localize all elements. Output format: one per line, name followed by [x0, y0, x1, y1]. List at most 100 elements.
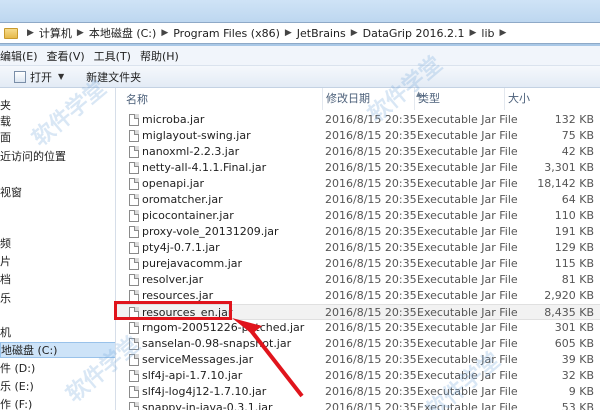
file-row[interactable]: microba.jar 2016/8/15 20:35 Executable Jar… [117, 112, 600, 128]
sidebar-item-desktop[interactable]: 面 [0, 130, 115, 146]
file-name: pty4j-0.7.1.jar [142, 241, 220, 254]
file-row[interactable]: purejavacomm.jar 2016/8/15 20:35 Executabl… [117, 256, 600, 272]
breadcrumb-separator-icon[interactable]: ▶ [285, 28, 292, 38]
file-size: 8,435 KB [544, 306, 594, 319]
file-size: 605 KB [554, 337, 594, 350]
file-date: 2016/8/15 20:35 [325, 193, 417, 206]
sidebar-item-recent-places[interactable]: 近访问的位置 [0, 149, 115, 165]
open-label: 打开 [30, 70, 52, 84]
sidebar-item-computer[interactable]: 机 [0, 325, 115, 341]
breadcrumb-jetbrains[interactable]: JetBrains ▶ [297, 27, 363, 40]
file-row[interactable]: nanoxml-2.2.3.jar 2016/8/15 20:35 Executab… [117, 144, 600, 160]
address-root[interactable]: ▶ [4, 27, 39, 39]
column-header-name[interactable]: 名称 [126, 91, 148, 107]
breadcrumb-separator-icon[interactable]: ▶ [500, 28, 507, 38]
file-date: 2016/8/15 20:35 [325, 353, 417, 366]
column-header-date[interactable]: 修改日期 [322, 88, 370, 110]
breadcrumb-separator-icon[interactable]: ▶ [469, 28, 476, 38]
file-size: 53 KB [561, 401, 594, 410]
sidebar-item-videos-lib[interactable]: 视窗 [0, 185, 115, 201]
file-row[interactable]: rngom-20051226-patched.jar 2016/8/15 20:3… [117, 320, 600, 336]
breadcrumb-lib[interactable]: lib ▶ [481, 27, 511, 40]
file-row[interactable]: proxy-vole_20131209.jar 2016/8/15 20:35 Ex… [117, 224, 600, 240]
jar-file-icon [129, 370, 139, 382]
breadcrumb-datagrip[interactable]: DataGrip 2016.2.1 ▶ [363, 27, 482, 40]
file-date: 2016/8/15 20:35 [325, 321, 417, 334]
breadcrumb-label: JetBrains [296, 26, 346, 40]
breadcrumb-separator-icon[interactable]: ▶ [27, 28, 34, 38]
breadcrumb-local-disk[interactable]: 本地磁盘 (C:) ▶ [89, 25, 173, 41]
file-size: 75 KB [561, 129, 594, 142]
file-row[interactable]: sanselan-0.98-snapshot.jar 2016/8/15 20:3… [117, 336, 600, 352]
file-row[interactable]: slf4j-api-1.7.10.jar 2016/8/15 20:35 Execu… [117, 368, 600, 384]
file-row[interactable]: netty-all-4.1.1.Final.jar 2016/8/15 20:35… [117, 160, 600, 176]
address-bar[interactable]: ▶ 计算机 ▶ 本地磁盘 (C:) ▶ Program Files (x86) ▶ J… [0, 22, 600, 44]
file-date: 2016/8/15 20:35 [325, 177, 417, 190]
file-date: 2016/8/15 20:35 [325, 289, 417, 302]
menu-help[interactable]: 帮助(H) [140, 48, 188, 64]
chevron-down-icon[interactable]: ▼ [58, 72, 64, 81]
sidebar-item-pictures[interactable]: 片 [0, 254, 115, 270]
file-type: Executable Jar File [417, 161, 518, 174]
sidebar-item-documents[interactable]: 档 [0, 272, 115, 288]
breadcrumb-label: DataGrip 2016.2.1 [362, 26, 465, 40]
jar-file-icon [129, 258, 139, 270]
sidebar-item-music[interactable]: 乐 [0, 291, 115, 307]
jar-file-icon [129, 114, 139, 126]
file-row[interactable]: serviceMessages.jar 2016/8/15 20:35 Execut… [117, 352, 600, 368]
file-row[interactable]: snappy-in-java-0.3.1.jar 2016/8/15 20:35 E… [117, 400, 600, 410]
breadcrumb-program-files[interactable]: Program Files (x86) ▶ [173, 27, 297, 40]
file-date: 2016/8/15 20:35 [325, 369, 417, 382]
file-type: Executable Jar File [417, 257, 518, 270]
breadcrumb-separator-icon[interactable]: ▶ [351, 28, 358, 38]
file-type: Executable Jar File [417, 177, 518, 190]
sidebar-item-drive-d[interactable]: 件 (D:) [0, 361, 115, 377]
file-name: miglayout-swing.jar [142, 129, 251, 142]
sidebar-item-drive-e[interactable]: 乐 (E:) [0, 379, 115, 395]
sidebar-item-local-disk-c[interactable]: 地磁盘 (C:) [0, 342, 115, 358]
file-type: Executable Jar File [417, 353, 518, 366]
file-name: rngom-20051226-patched.jar [142, 321, 305, 334]
column-header-size[interactable]: 大小 [504, 88, 530, 110]
file-type: Executable Jar File [417, 385, 518, 398]
file-size: 81 KB [561, 273, 594, 286]
sidebar-item-videos[interactable]: 频 [0, 236, 115, 252]
file-date: 2016/8/15 20:35 [325, 113, 417, 126]
jar-file-icon [129, 242, 139, 254]
file-date: 2016/8/15 20:35 [325, 129, 417, 142]
file-row[interactable]: oromatcher.jar 2016/8/15 20:35 Executable … [117, 192, 600, 208]
file-type: Executable Jar File [417, 241, 518, 254]
open-button[interactable]: 打开 ▼ [14, 69, 64, 85]
file-name: purejavacomm.jar [142, 257, 243, 270]
file-size: 110 KB [554, 209, 594, 222]
file-name: oromatcher.jar [142, 193, 223, 206]
file-date: 2016/8/15 20:35 [325, 241, 417, 254]
jar-file-icon [129, 162, 139, 174]
breadcrumb-computer[interactable]: 计算机 ▶ [39, 25, 89, 41]
menu-edit[interactable]: 编辑(E) [0, 48, 47, 64]
file-date: 2016/8/15 20:35 [325, 161, 417, 174]
jar-file-icon [129, 194, 139, 206]
file-date: 2016/8/15 20:35 [325, 385, 417, 398]
menu-view[interactable]: 查看(V) [47, 48, 94, 64]
sidebar-item-downloads[interactable]: 载 [0, 114, 115, 130]
menu-tools[interactable]: 工具(T) [94, 48, 140, 64]
file-date: 2016/8/15 20:35 [325, 273, 417, 286]
new-folder-button[interactable]: 新建文件夹 [86, 69, 141, 85]
sidebar-item-drive-f[interactable]: 作 (F:) [0, 397, 115, 410]
breadcrumb-separator-icon[interactable]: ▶ [77, 28, 84, 38]
file-row[interactable]: pty4j-0.7.1.jar 2016/8/15 20:35 Executable… [117, 240, 600, 256]
file-row[interactable]: picocontainer.jar 2016/8/15 20:35 Executab… [117, 208, 600, 224]
column-header-type[interactable]: 类型 [414, 88, 440, 110]
file-type: Executable Jar File [417, 113, 518, 126]
file-row[interactable]: slf4j-log4j12-1.7.10.jar 2016/8/15 20:35 E… [117, 384, 600, 400]
file-row[interactable]: resolver.jar 2016/8/15 20:35 Executable Ja… [117, 272, 600, 288]
file-name: slf4j-api-1.7.10.jar [142, 369, 243, 382]
file-type: Executable Jar File [417, 306, 518, 319]
sidebar-item-favorites[interactable]: 夹 [0, 98, 115, 114]
command-toolbar: 打开 ▼ 新建文件夹 [0, 66, 600, 88]
breadcrumb-separator-icon[interactable]: ▶ [161, 28, 168, 38]
file-row[interactable]: miglayout-swing.jar 2016/8/15 20:35 Execut… [117, 128, 600, 144]
file-row[interactable]: openapi.jar 2016/8/15 20:35 Executable Jar… [117, 176, 600, 192]
file-date: 2016/8/15 20:35 [325, 306, 417, 319]
